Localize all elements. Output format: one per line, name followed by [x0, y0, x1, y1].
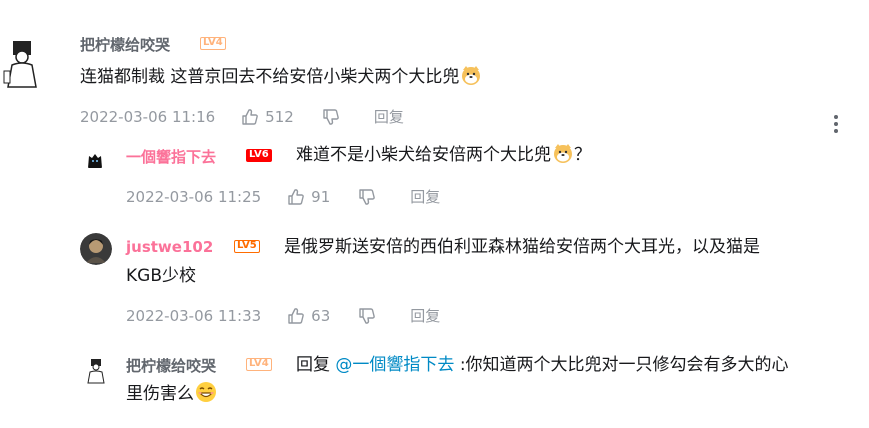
doge-emoji — [552, 142, 574, 174]
comment-meta: 2022-03-06 11:16 512 回复 — [80, 106, 404, 127]
username[interactable]: 把柠檬给咬哭 — [80, 34, 170, 55]
avatar[interactable] — [80, 233, 112, 265]
reply-text: 是俄罗斯送安倍的西伯利亚森林猫给安倍两个大耳光，以及猫是 KGB少校 — [126, 237, 760, 286]
reply-button[interactable]: 回复 — [410, 305, 440, 326]
reply-meta: 2022-03-06 11:25 91 回复 — [126, 186, 440, 207]
level-badge: LV4 — [200, 37, 226, 50]
reply-meta: 2022-03-06 11:33 63 回复 — [126, 305, 440, 326]
mention-link[interactable]: @一個響指下去 — [335, 355, 454, 375]
timestamp: 2022-03-06 11:33 — [126, 306, 262, 325]
thumbs-down-icon — [359, 188, 376, 205]
smile-emoji — [195, 381, 217, 413]
dislike-button[interactable] — [322, 108, 346, 126]
avatar[interactable] — [84, 357, 108, 385]
avatar[interactable] — [84, 148, 106, 170]
doge-emoji — [460, 64, 482, 96]
like-button[interactable]: 512 — [241, 108, 294, 126]
reply-button[interactable]: 回复 — [410, 186, 440, 207]
dislike-button[interactable] — [358, 307, 382, 325]
username[interactable]: 一個響指下去 — [126, 146, 216, 167]
timestamp: 2022-03-06 11:25 — [126, 187, 262, 206]
thumbs-up-icon — [288, 188, 304, 205]
reply-button[interactable]: 回复 — [374, 106, 404, 127]
thumbs-down-icon — [323, 108, 339, 125]
thumbs-up-icon — [242, 108, 258, 125]
dislike-button[interactable] — [358, 188, 382, 206]
like-count: 63 — [311, 306, 331, 325]
comment-text: 连猫都制裁 这普京回去不给安倍小柴犬两个大比兜 — [80, 63, 482, 96]
thumbs-up-icon — [288, 307, 304, 324]
reply-text: 难道不是小柴犬给安倍两个大比兜 ？ — [296, 141, 591, 174]
more-options-icon[interactable] — [831, 113, 841, 135]
thumbs-down-icon — [359, 307, 376, 324]
reply-text: 回复 @一個響指下去 :你知道两个大比兜对一只修勾会有多大的心 里伤害么 — [126, 351, 856, 413]
level-badge: LV6 — [246, 149, 272, 162]
like-count: 91 — [311, 187, 331, 206]
avatar[interactable] — [0, 37, 44, 91]
like-count: 512 — [265, 107, 294, 126]
like-button[interactable]: 91 — [287, 188, 330, 206]
like-button[interactable]: 63 — [287, 307, 330, 325]
timestamp: 2022-03-06 11:16 — [80, 107, 216, 126]
